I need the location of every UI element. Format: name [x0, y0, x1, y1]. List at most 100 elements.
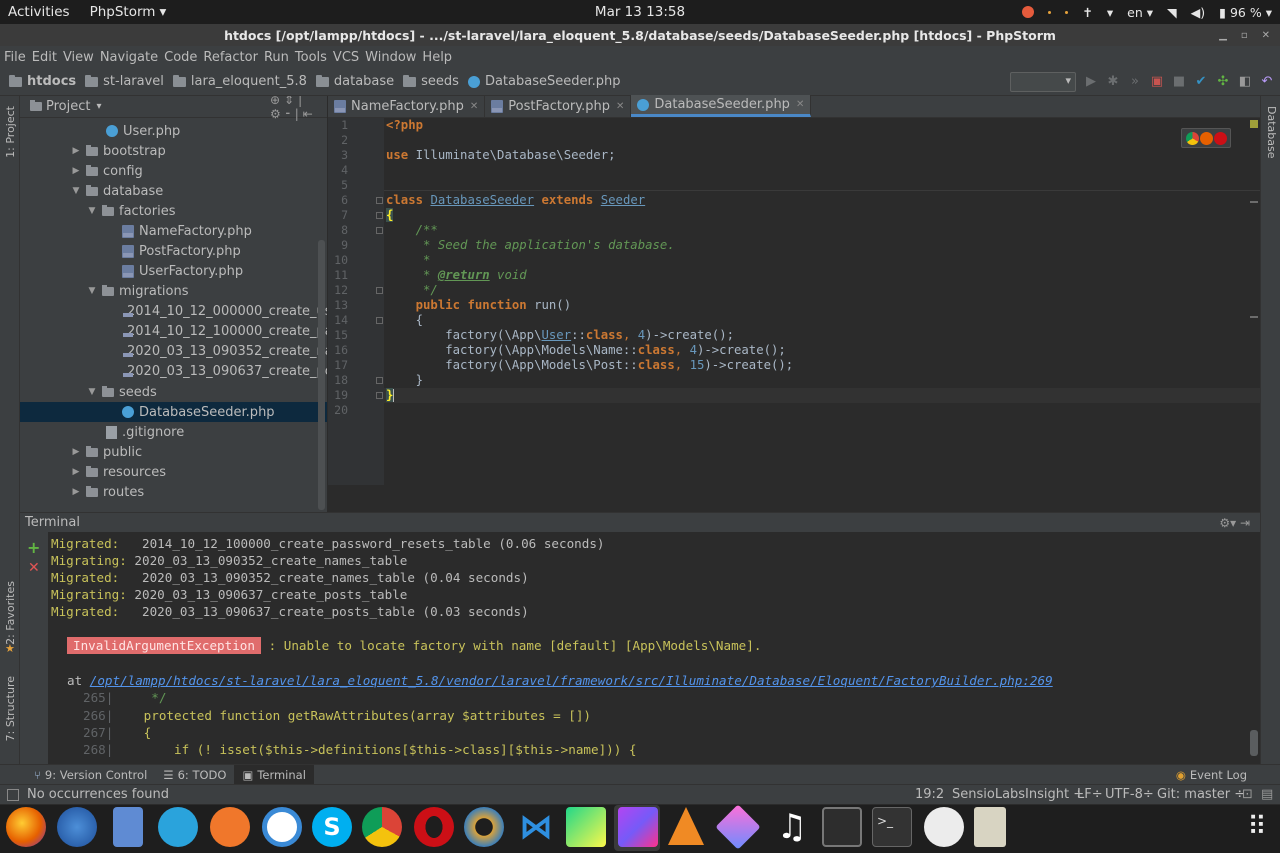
- code-editor[interactable]: <?php use Illuminate\Database\Seeder; cl…: [384, 118, 1260, 485]
- telegram-icon[interactable]: [158, 807, 198, 847]
- tree-item[interactable]: 2014_10_12_100000_create_password_resets…: [20, 321, 327, 341]
- tree-item[interactable]: .gitignore: [20, 422, 327, 442]
- fold-marker[interactable]: [376, 212, 383, 219]
- project-tool-button[interactable]: 1: Project: [4, 106, 17, 158]
- scroll-marker[interactable]: [1250, 316, 1258, 318]
- git-branch[interactable]: Git: master ÷: [1157, 787, 1245, 802]
- file-encoding[interactable]: UTF-8÷: [1105, 787, 1154, 802]
- revert-icon[interactable]: ↶: [1260, 75, 1274, 89]
- minimize-icon[interactable]: ▁: [1219, 30, 1227, 41]
- update-project-icon[interactable]: ✔: [1194, 75, 1208, 89]
- tab-postfactory[interactable]: PostFactory.php ✕: [485, 95, 632, 117]
- breadcrumb-lara-eloquent[interactable]: lara_eloquent_5.8: [172, 74, 307, 89]
- fold-marker[interactable]: [376, 317, 383, 324]
- lock-icon[interactable]: ⊡: [1242, 787, 1253, 802]
- battery-indicator[interactable]: ▮ 96 % ▾: [1219, 5, 1272, 20]
- opera-icon[interactable]: [414, 807, 454, 847]
- indicator-icon[interactable]: [1048, 10, 1052, 14]
- file-path-link[interactable]: /opt/lampp/htdocs/st-laravel/lara_eloque…: [90, 673, 1053, 688]
- opera-icon[interactable]: [1213, 131, 1227, 145]
- tree-item[interactable]: PostFactory.php: [20, 241, 327, 261]
- chevron-down-icon[interactable]: ▼: [86, 286, 98, 296]
- breadcrumb-st-laravel[interactable]: st-laravel: [85, 74, 164, 89]
- system-tray[interactable]: ✝ ▾ en ▾ ◥ ◀) ▮ 96 % ▾: [1022, 0, 1272, 24]
- tree-item[interactable]: ▶ config: [20, 161, 327, 181]
- language-indicator[interactable]: en ▾: [1127, 5, 1153, 20]
- tree-item[interactable]: NameFactory.php: [20, 221, 327, 241]
- vscode-icon[interactable]: ⋈: [516, 807, 556, 847]
- memory-icon[interactable]: ▤: [1261, 787, 1273, 802]
- insight-widget[interactable]: SensioLabsInsight ÷: [952, 787, 1084, 802]
- tree-item[interactable]: ▼ seeds: [20, 382, 327, 402]
- editor-gutter[interactable]: 1 2 3 4 5 6 7 8 9 10 11 12 13 14 15 16 1…: [328, 118, 384, 485]
- scroll-marker[interactable]: [1250, 201, 1258, 203]
- menu-run[interactable]: Run: [264, 50, 289, 65]
- indicator-icon-2[interactable]: [1065, 10, 1069, 14]
- chevron-right-icon[interactable]: ▶: [70, 166, 82, 176]
- menu-refactor[interactable]: Refactor: [203, 50, 258, 65]
- project-scrollbar[interactable]: [318, 240, 325, 510]
- settings-icon[interactable]: [464, 807, 504, 847]
- terminal-output[interactable]: Migrated: 2014_10_12_100000_create_passw…: [48, 532, 1246, 764]
- show-apps-icon[interactable]: ⠿: [1236, 807, 1276, 847]
- accessibility-icon[interactable]: ✝: [1082, 5, 1092, 20]
- tree-item[interactable]: ▶ resources: [20, 462, 327, 482]
- close-icon[interactable]: ✕: [796, 99, 804, 110]
- tab-databaseseeder[interactable]: DatabaseSeeder.php ✕: [631, 95, 812, 117]
- inspection-status-icon[interactable]: [1250, 120, 1258, 128]
- wifi-icon[interactable]: ◥: [1167, 5, 1177, 20]
- simplenote-icon[interactable]: [262, 807, 302, 847]
- close-session-icon[interactable]: ✕: [28, 560, 40, 576]
- menu-view[interactable]: View: [63, 50, 94, 65]
- files-icon[interactable]: [113, 807, 143, 847]
- chevron-down-icon[interactable]: ▼: [86, 387, 98, 397]
- menu-help[interactable]: Help: [422, 50, 452, 65]
- tree-item[interactable]: ▼ factories: [20, 201, 327, 221]
- breadcrumb-seeds[interactable]: seeds: [403, 74, 459, 89]
- terminal-app-icon[interactable]: >_: [872, 807, 912, 847]
- vcs-history-icon[interactable]: ◧: [1238, 75, 1252, 89]
- tree-item[interactable]: User.php: [20, 121, 327, 141]
- menu-code[interactable]: Code: [164, 50, 197, 65]
- debug-icon[interactable]: ✱: [1106, 75, 1120, 89]
- menu-vcs[interactable]: VCS: [333, 50, 359, 65]
- coverage-icon[interactable]: »: [1128, 75, 1142, 89]
- fold-marker[interactable]: [376, 392, 383, 399]
- toggle-tool-windows-icon[interactable]: [7, 788, 19, 801]
- chevron-right-icon[interactable]: ▶: [70, 447, 82, 457]
- system-monitor-icon[interactable]: [822, 807, 862, 847]
- stop-icon[interactable]: ■: [1172, 75, 1186, 89]
- tree-item[interactable]: ▶ bootstrap: [20, 141, 327, 161]
- profile-icon[interactable]: ▣: [1150, 75, 1164, 89]
- tree-item[interactable]: ▶ routes: [20, 482, 327, 502]
- app-menu[interactable]: PhpStorm ▾: [90, 4, 167, 20]
- search-icon[interactable]: [924, 807, 964, 847]
- database-tool-button[interactable]: Database: [1265, 106, 1278, 159]
- volume-icon[interactable]: ◀): [1191, 5, 1206, 20]
- chevron-down-icon[interactable]: ▾: [96, 101, 101, 112]
- chevron-right-icon[interactable]: ▶: [70, 487, 82, 497]
- postman-icon[interactable]: [210, 807, 250, 847]
- run-configuration-select[interactable]: [1010, 72, 1076, 92]
- panel-actions[interactable]: ⊕⇕|⚙⁃|⇤: [270, 96, 327, 121]
- menu-tools[interactable]: Tools: [295, 50, 327, 65]
- menu-navigate[interactable]: Navigate: [100, 50, 158, 65]
- maximize-icon[interactable]: ▫: [1241, 30, 1248, 41]
- caret-position[interactable]: 19:2: [915, 787, 944, 802]
- version-control-button[interactable]: ⑂ 9: Version Control: [26, 765, 155, 785]
- tree-item[interactable]: ▼ database: [20, 181, 327, 201]
- terminal-button[interactable]: ▣ Terminal: [234, 764, 314, 785]
- chevron-right-icon[interactable]: ▶: [70, 467, 82, 477]
- line-separator[interactable]: LF÷: [1077, 787, 1103, 802]
- chevron-down-icon[interactable]: ▼: [86, 206, 98, 216]
- tab-namefactory[interactable]: NameFactory.php ✕: [328, 95, 486, 117]
- menu-window[interactable]: Window: [365, 50, 416, 65]
- chevron-down-icon[interactable]: ▼: [70, 186, 82, 196]
- favorites-tool-button[interactable]: 2: Favorites: [4, 581, 17, 645]
- run-icon[interactable]: ▶: [1084, 75, 1098, 89]
- fold-marker[interactable]: [376, 227, 383, 234]
- breadcrumb-htdocs[interactable]: htdocs: [9, 74, 76, 89]
- tree-item[interactable]: ▶ public: [20, 442, 327, 462]
- text-editor-icon[interactable]: [974, 807, 1006, 847]
- event-log-button[interactable]: ◉ Event Log: [1168, 765, 1255, 785]
